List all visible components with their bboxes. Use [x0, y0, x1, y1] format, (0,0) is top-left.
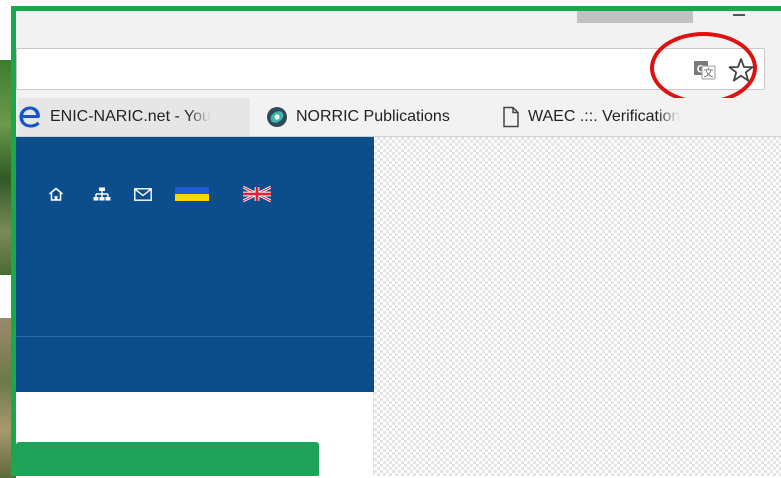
uk-flag-icon[interactable]: [243, 186, 271, 202]
sitemap-icon[interactable]: [90, 187, 114, 201]
bookmark-label: WAEC .::. Verification: [528, 108, 681, 125]
green-panel: [16, 442, 319, 476]
bookmark-waec[interactable]: WAEC .::. Verification: [502, 98, 722, 136]
header-divider: [16, 336, 374, 337]
bookmark-norric[interactable]: NORRIC Publications: [266, 98, 488, 136]
page-icon: [502, 106, 520, 128]
home-icon[interactable]: [44, 187, 68, 201]
site-header: [16, 137, 374, 392]
red-highlight-circle: [650, 32, 757, 104]
minimize-button[interactable]: [733, 14, 745, 16]
norric-eye-icon: [266, 106, 288, 128]
bookmark-enic-naric[interactable]: ENIC-NARIC.net - You: [18, 98, 250, 136]
ukraine-flag-icon[interactable]: [175, 187, 209, 201]
transparent-background: [374, 137, 781, 476]
site-nav-icons: [44, 186, 271, 202]
mail-icon[interactable]: [131, 187, 155, 201]
enic-naric-e-icon: [18, 106, 42, 128]
bookmark-label: ENIC-NARIC.net - You: [50, 108, 211, 125]
profile-button[interactable]: [577, 11, 693, 23]
bookmark-label: NORRIC Publications: [296, 108, 450, 125]
